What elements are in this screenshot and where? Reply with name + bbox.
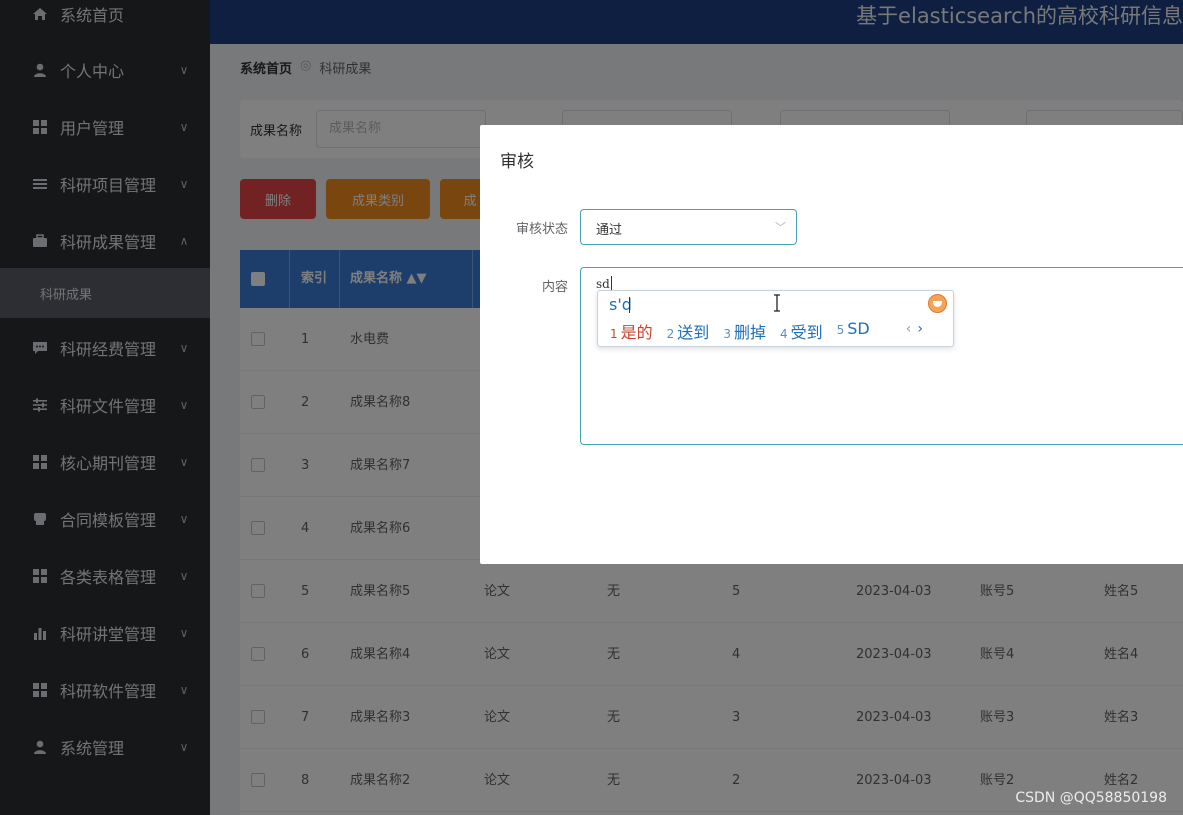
dialog-title: 审核 bbox=[500, 152, 534, 172]
ime-candidate-number: 4 bbox=[779, 327, 788, 341]
ime-caret bbox=[629, 297, 630, 313]
ime-candidate-list: 1 是的 2 送到 3 删掉 4 受到 5 SD bbox=[610, 319, 870, 343]
ime-candidate[interactable]: 1 是的 bbox=[610, 319, 653, 343]
content-text: sd bbox=[596, 277, 610, 291]
ime-candidate-text: SD bbox=[847, 319, 870, 338]
watermark: CSDN @QQ58850198 bbox=[1015, 790, 1167, 806]
ime-pager: ‹› bbox=[906, 321, 929, 337]
status-label: 审核状态 bbox=[515, 222, 568, 237]
ime-candidate-number: 3 bbox=[723, 327, 731, 341]
ime-candidate-number: 2 bbox=[666, 327, 675, 341]
ime-candidate[interactable]: 3 删掉 bbox=[723, 319, 766, 343]
status-value: 通过 bbox=[596, 223, 623, 238]
ime-candidate-number: 5 bbox=[836, 323, 845, 337]
content-label: 内容 bbox=[541, 280, 568, 295]
ime-candidate-text: 送到 bbox=[677, 323, 710, 342]
ime-next-icon[interactable]: › bbox=[917, 321, 929, 337]
text-cursor-icon bbox=[774, 294, 780, 312]
ime-candidate[interactable]: 4 受到 bbox=[780, 319, 823, 343]
ime-candidate-text: 删掉 bbox=[733, 323, 766, 342]
ime-candidate-number: 1 bbox=[610, 327, 618, 341]
status-select[interactable]: 通过 ﹀ bbox=[580, 209, 797, 245]
text-caret bbox=[611, 276, 612, 290]
ime-candidate-text: 是的 bbox=[620, 323, 653, 342]
ime-logo-icon[interactable] bbox=[928, 294, 947, 313]
chevron-down-icon: ﹀ bbox=[775, 221, 786, 234]
ime-prev-icon[interactable]: ‹ bbox=[906, 321, 918, 337]
ime-candidate[interactable]: 5 SD bbox=[837, 319, 870, 343]
ime-candidate[interactable]: 2 送到 bbox=[667, 319, 710, 343]
ime-candidate-text: 受到 bbox=[790, 323, 823, 342]
